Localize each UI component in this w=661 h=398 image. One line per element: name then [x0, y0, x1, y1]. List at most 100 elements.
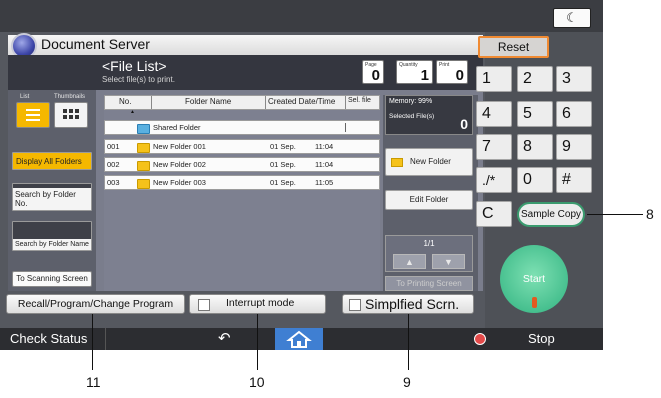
key-3[interactable]: 3: [556, 66, 592, 92]
start-button[interactable]: Start: [500, 245, 568, 313]
divider: [105, 328, 106, 350]
top-bar: [0, 0, 603, 32]
edit-folder-button[interactable]: Edit Folder: [385, 190, 473, 210]
file-list-title: <File List>: [102, 58, 167, 74]
simplified-screen-button[interactable]: Simplfied Scrn.: [342, 294, 474, 314]
status-bar: Check Status ↶ Stop: [0, 328, 603, 350]
search-by-folder-no-label: Search by Folder No.: [13, 188, 91, 210]
stop-button[interactable]: Stop: [528, 331, 555, 346]
key-4[interactable]: 4: [476, 101, 512, 127]
memory-label: Memory: 99%: [389, 98, 433, 105]
key-6[interactable]: 6: [556, 101, 592, 127]
to-scanning-screen-button[interactable]: To Scanning Screen: [12, 271, 92, 287]
right-panel: Memory: 99% Selected File(s) 0 New Folde…: [383, 95, 478, 291]
stop-icon: [474, 333, 486, 345]
table-header: No. Folder Name Created Date/Time Sel. f…: [104, 95, 380, 110]
column-divider: [265, 96, 266, 109]
column-sel-file[interactable]: Sel. file: [348, 97, 371, 104]
file-list-header: <File List> Select file(s) to print. Pag…: [8, 55, 483, 90]
simplified-screen-checkbox: [349, 299, 361, 311]
callout-9: 9: [403, 374, 411, 390]
home-icon: [286, 330, 312, 348]
column-no[interactable]: No.: [119, 97, 131, 106]
shared-folder-row[interactable]: Shared Folder: [104, 120, 380, 135]
back-icon[interactable]: ↶: [218, 329, 231, 347]
list-view-label: List: [20, 94, 30, 100]
key-7[interactable]: 7: [476, 134, 512, 160]
interrupt-mode-label: Interrupt mode: [226, 297, 295, 309]
column-created-date[interactable]: Created Date/Time: [268, 97, 335, 106]
page-indicator: 1/1: [423, 239, 435, 248]
selected-files-label: Selected File(s): [389, 113, 435, 120]
thumbnails-view-button[interactable]: [54, 102, 88, 128]
check-status-button[interactable]: Check Status: [10, 331, 87, 346]
shared-folder-icon: [137, 124, 150, 134]
sample-copy-button[interactable]: Sample Copy: [517, 202, 585, 227]
display-all-folders-label: Display All Folders: [16, 157, 82, 166]
memory-status: Memory: 99% Selected File(s) 0: [385, 95, 473, 135]
to-printing-screen-button[interactable]: To Printing Screen: [385, 276, 473, 291]
page-up-button[interactable]: ▲: [393, 254, 426, 269]
column-folder-name[interactable]: Folder Name: [185, 97, 231, 106]
search-by-folder-no-button[interactable]: Search by Folder No.: [12, 183, 92, 211]
key-0[interactable]: 0: [517, 167, 553, 193]
display-all-folders-button[interactable]: Display All Folders: [12, 152, 92, 170]
callout-line-9: [408, 314, 409, 370]
column-divider: [345, 96, 346, 109]
callout-10: 10: [249, 374, 265, 390]
list-view-icon: [26, 109, 40, 121]
page-down-button[interactable]: ▼: [432, 254, 465, 269]
shared-folder-name: Shared Folder: [153, 123, 201, 132]
table-row[interactable]: 001 New Folder 001 01 Sep. 11:04: [104, 139, 380, 154]
home-button[interactable]: [275, 328, 323, 350]
column-divider: [345, 123, 346, 132]
column-divider: [151, 96, 152, 109]
list-view-button[interactable]: [16, 102, 50, 128]
row-time: 11:04: [315, 142, 334, 151]
folder-table: No. Folder Name Created Date/Time Sel. f…: [104, 95, 380, 291]
key-dot-star[interactable]: ./*: [476, 167, 512, 193]
key-1[interactable]: 1: [476, 66, 512, 92]
quantity-counter-value: 1: [420, 67, 429, 84]
callout-line-10: [257, 314, 258, 370]
recall-program-button[interactable]: Recall/Program/Change Program: [6, 294, 185, 314]
thumbnails-view-icon: [63, 109, 79, 119]
row-folder-name: New Folder 002: [153, 160, 206, 169]
table-row[interactable]: 003 New Folder 003 01 Sep. 11:05: [104, 175, 380, 190]
search-by-folder-name-button[interactable]: Search by Folder Name: [12, 221, 92, 251]
new-folder-button[interactable]: New Folder: [385, 148, 473, 176]
print-counter-value: 0: [455, 67, 464, 84]
row-time: 11:05: [315, 178, 334, 187]
table-row[interactable]: 002 New Folder 002 01 Sep. 11:04: [104, 157, 380, 172]
row-date: 01 Sep.: [270, 178, 296, 187]
page-counter: Page 0: [362, 60, 384, 84]
row-number: 003: [107, 178, 120, 187]
row-number: 002: [107, 160, 120, 169]
quantity-counter-label: Quantity: [399, 62, 418, 68]
callout-11: 11: [86, 374, 101, 390]
folder-icon: [137, 143, 150, 153]
key-8[interactable]: 8: [517, 134, 553, 160]
row-date: 01 Sep.: [270, 142, 296, 151]
file-list-subtitle: Select file(s) to print.: [102, 75, 175, 84]
moon-icon[interactable]: ☾: [553, 8, 591, 28]
left-sidebar: List Thumbnails Display All Folders Sear…: [8, 90, 96, 291]
callout-line-8: [587, 214, 643, 215]
new-folder-label: New Folder: [410, 157, 451, 166]
key-hash[interactable]: #: [556, 167, 592, 193]
page-counter-value: 0: [371, 67, 380, 84]
reset-button[interactable]: Reset: [478, 36, 549, 58]
key-5[interactable]: 5: [517, 101, 553, 127]
callout-line-11: [92, 314, 93, 370]
selected-files-count: 0: [460, 116, 468, 132]
key-clear[interactable]: C: [476, 201, 512, 227]
new-folder-icon: [391, 158, 403, 167]
interrupt-mode-button[interactable]: Interrupt mode: [189, 294, 326, 314]
row-number: 001: [107, 142, 120, 151]
key-9[interactable]: 9: [556, 134, 592, 160]
start-label: Start: [522, 273, 546, 285]
search-by-folder-name-label: Search by Folder Name: [13, 239, 91, 250]
key-2[interactable]: 2: [517, 66, 553, 92]
sort-arrow-icon: ▲: [130, 109, 135, 115]
page-navigator: 1/1 ▲ ▼: [385, 235, 473, 272]
